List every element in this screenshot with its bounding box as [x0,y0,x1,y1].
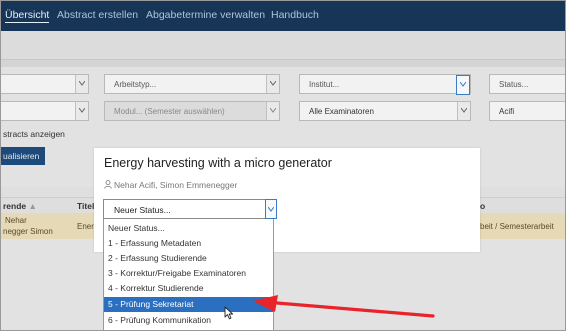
red-arrow-icon [253,295,435,318]
app-window: Übersicht Abstract erstellen Abgabetermi… [0,0,566,331]
